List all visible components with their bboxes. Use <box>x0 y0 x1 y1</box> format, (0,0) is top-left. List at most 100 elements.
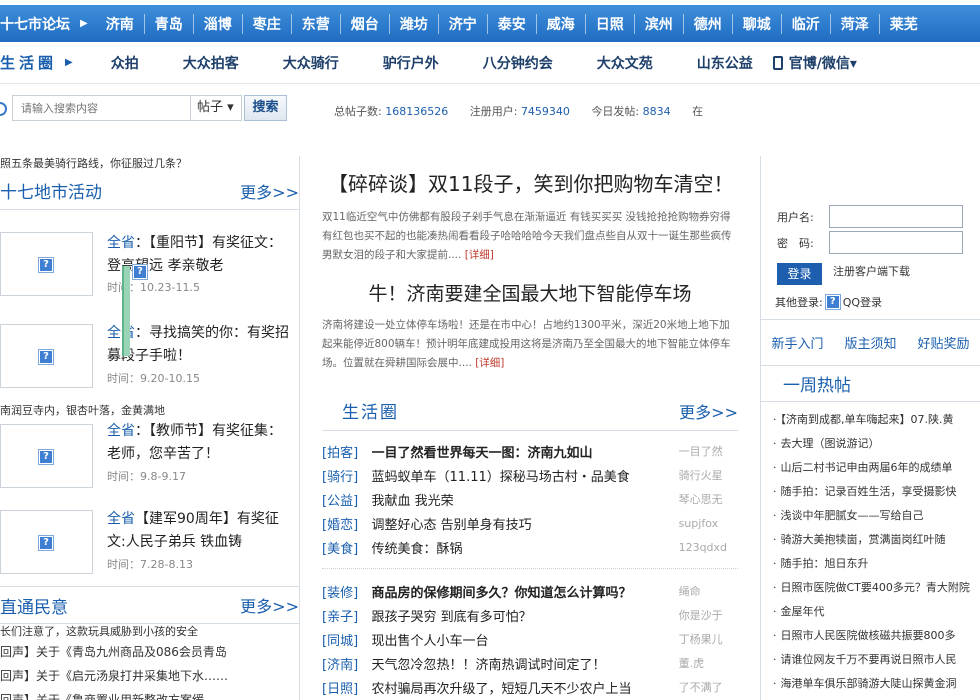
post-title[interactable]: 我献血 我光荣 <box>372 490 679 509</box>
post-title[interactable]: 蓝蚂蚁单车（11.11）探秘马场古村・品美食 <box>372 466 679 485</box>
minyi-note[interactable]: 长们注意了，这款玩具威胁到小孩的安全 <box>0 624 299 640</box>
city-link[interactable]: 日照 <box>584 13 634 34</box>
post-row[interactable]: [拍客] 一目了然看世界每天一图：济南九如山 一目了然 <box>322 439 738 463</box>
help-link-newbie[interactable]: 新手入门 <box>771 333 823 352</box>
post-author[interactable]: 琴心思无 <box>679 491 738 507</box>
weibo-wechat-link[interactable]: 官博/微信▾ <box>772 53 857 73</box>
qq-icon[interactable]: ? <box>825 295 840 309</box>
detail-link[interactable]: [详细] <box>475 357 504 369</box>
post-title[interactable]: 一目了然看世界每天一图：济南九如山 <box>372 442 679 461</box>
post-title[interactable]: 商品房的保修期间多久？你知道怎么计算吗？ <box>372 582 679 601</box>
post-row[interactable]: [骑行] 蓝蚂蚁单车（11.11）探秘马场古村・品美食 骑行火星 <box>322 463 738 487</box>
post-category[interactable]: [美食] <box>322 538 372 557</box>
detail-link[interactable]: [详细] <box>465 249 494 261</box>
password-field[interactable] <box>829 231 963 254</box>
nav-zhongpai[interactable]: 众拍 <box>111 53 139 73</box>
hot-post-item[interactable]: 随手拍：记录百姓生活，享受摄影快 <box>761 480 980 504</box>
nav-shandong-gongyi[interactable]: 山东公益 <box>697 53 753 73</box>
hot-post-item[interactable]: 随手拍：旭日东升 <box>761 552 980 576</box>
hot-post-item[interactable]: 海港单车俱乐部骑游大陡山探黄金洞 <box>761 672 980 696</box>
post-title[interactable]: 现出售个人小车一台 <box>372 630 679 649</box>
city-link[interactable]: 青岛 <box>143 13 193 34</box>
event-title[interactable]: 全省：寻找搞笑的你：有奖招募段子手啦！ <box>107 322 292 368</box>
hot-post-item[interactable]: 去大理（图说游记） <box>761 432 980 456</box>
city-link[interactable]: 东营 <box>290 13 340 34</box>
city-link[interactable]: 菏泽 <box>829 13 879 34</box>
city-link[interactable]: 泰安 <box>486 13 536 34</box>
city-link[interactable]: 德州 <box>682 13 732 34</box>
hot-post-item[interactable]: 日照市人民医院做核磁共振要800多 <box>761 624 980 648</box>
help-link-reward[interactable]: 好贴奖励 <box>917 333 969 352</box>
post-author[interactable]: 董.虎 <box>679 655 738 671</box>
register-link[interactable]: 注册客户端下载 <box>833 263 910 279</box>
post-author[interactable]: 骑行火星 <box>679 467 738 483</box>
hot-post-item[interactable]: 【济南到成都,单车嗨起来】07.陕.黄 <box>761 408 980 432</box>
city-link[interactable]: 威海 <box>535 13 585 34</box>
city-link[interactable]: 淄博 <box>192 13 242 34</box>
post-author[interactable]: 了不满了 <box>679 679 738 695</box>
post-author[interactable]: supjfox <box>679 517 738 530</box>
floating-slider-handle[interactable] <box>122 266 130 356</box>
post-row[interactable]: [日照] 农村骗局再次升级了，短短几天不少农户上当 了不满了 <box>322 675 738 699</box>
search-button[interactable]: 搜索 <box>244 95 287 121</box>
event-thumbnail[interactable]: ? <box>0 424 93 488</box>
post-row[interactable]: [婚恋] 调整好心态 告别单身有技巧 supjfox <box>322 511 738 535</box>
event-title[interactable]: 全省【建军90周年】有奖征文:人民子弟兵 铁血铸 <box>107 508 292 554</box>
post-row[interactable]: [装修] 商品房的保修期间多久？你知道怎么计算吗？ 绳命 <box>322 579 738 603</box>
event-title[interactable]: 全省：【教师节】有奖征集：老师，您辛苦了！ <box>107 420 292 466</box>
post-category[interactable]: [亲子] <box>322 606 372 625</box>
post-category[interactable]: [公益] <box>322 490 372 509</box>
hot-post-item[interactable]: 金屋年代 <box>761 600 980 624</box>
nav-lvxing-huwai[interactable]: 驴行户外 <box>383 53 439 73</box>
event-item[interactable]: ? 全省：寻找搞笑的你：有奖招募段子手啦！ 时间：9.20-10.15 <box>0 304 299 402</box>
post-title[interactable]: 跟孩子哭穷 到底有多可怕？ <box>372 606 679 625</box>
post-category[interactable]: [拍客] <box>322 442 372 461</box>
mid-note[interactable]: 南润豆寺内，银杏叶落，金黄满地 <box>0 402 165 418</box>
search-input[interactable] <box>12 95 190 121</box>
city-link[interactable]: 临沂 <box>780 13 830 34</box>
help-link-moderator[interactable]: 版主须知 <box>844 333 896 352</box>
hot-post-item[interactable]: 浅谈中年肥腻女——写给自己 <box>761 504 980 528</box>
post-row[interactable]: [美食] 传统美食：酥锅 123qdxd <box>322 535 738 559</box>
left-top-note[interactable]: 照五条最美骑行路线，你征服过几条？ <box>0 156 299 172</box>
city-link[interactable]: 济南 <box>96 14 144 34</box>
username-field[interactable] <box>829 205 963 228</box>
city-link[interactable]: 滨州 <box>633 13 683 34</box>
post-category[interactable]: [济南] <box>322 654 372 673</box>
search-type-select[interactable]: 帖子 ▾ <box>190 95 242 121</box>
nav-dazhong-paike[interactable]: 大众拍客 <box>183 53 239 73</box>
post-title[interactable]: 天气忽冷忽热！！济南热调试时间定了！ <box>372 654 679 673</box>
post-title[interactable]: 传统美食：酥锅 <box>372 538 679 557</box>
headline-secondary[interactable]: 牛！济南要建全国最大地下智能停车场 <box>322 279 738 306</box>
list-item[interactable]: 回声】关于《青岛九州商品及086会员青岛 <box>0 640 299 664</box>
list-item[interactable]: 回声】关于《启元汤泉打井采集地下水…… <box>0 664 299 688</box>
nav-dazhong-wenyuan[interactable]: 大众文苑 <box>597 53 653 73</box>
hot-post-item[interactable]: 骑游大美抱犊崮，赏满崮岗红叶随 <box>761 528 980 552</box>
headline[interactable]: 【碎碎谈】双11段子，笑到你把购物车清空！ <box>328 168 738 197</box>
post-category[interactable]: [装修] <box>322 582 372 601</box>
post-category[interactable]: [同城] <box>322 630 372 649</box>
nav-bafenzhong[interactable]: 八分钟约会 <box>483 53 553 73</box>
post-row[interactable]: [公益] 我献血 我光荣 琴心思无 <box>322 487 738 511</box>
event-thumbnail[interactable]: ? <box>0 232 93 296</box>
city-link[interactable]: 聊城 <box>731 13 781 34</box>
event-thumbnail[interactable]: ? <box>0 510 93 574</box>
city-link[interactable]: 莱芜 <box>878 13 928 34</box>
qq-login-link[interactable]: QQ登录 <box>843 294 882 310</box>
login-button[interactable]: 登录 <box>777 263 822 285</box>
post-row[interactable]: [同城] 现出售个人小车一台 丁杨果儿 <box>322 627 738 651</box>
life-circle-more-link[interactable]: 更多>> <box>679 399 738 423</box>
minyi-more-link[interactable]: 更多>> <box>240 593 299 617</box>
city-link[interactable]: 枣庄 <box>241 13 291 34</box>
event-item[interactable]: ? 全省：【重阳节】有奖征文：登高望远 孝亲敬老 时间：10.23-11.5 <box>0 210 299 304</box>
list-item[interactable]: 回声】关于《鲁商置业用新整改方案缓…… <box>0 688 299 700</box>
post-author[interactable]: 绳命 <box>679 583 738 599</box>
post-title[interactable]: 调整好心态 告别单身有技巧 <box>372 514 679 533</box>
city-link[interactable]: 潍坊 <box>388 13 438 34</box>
hot-post-item[interactable]: 山后二村书记申由两届6年的成绩单 <box>761 456 980 480</box>
event-thumbnail[interactable]: ? <box>0 324 93 388</box>
life-circle-label[interactable]: 生活圈 <box>0 52 57 73</box>
nav-dazhong-qixing[interactable]: 大众骑行 <box>283 53 339 73</box>
post-author[interactable]: 一目了然 <box>679 443 738 459</box>
post-category[interactable]: [日照] <box>322 678 372 697</box>
